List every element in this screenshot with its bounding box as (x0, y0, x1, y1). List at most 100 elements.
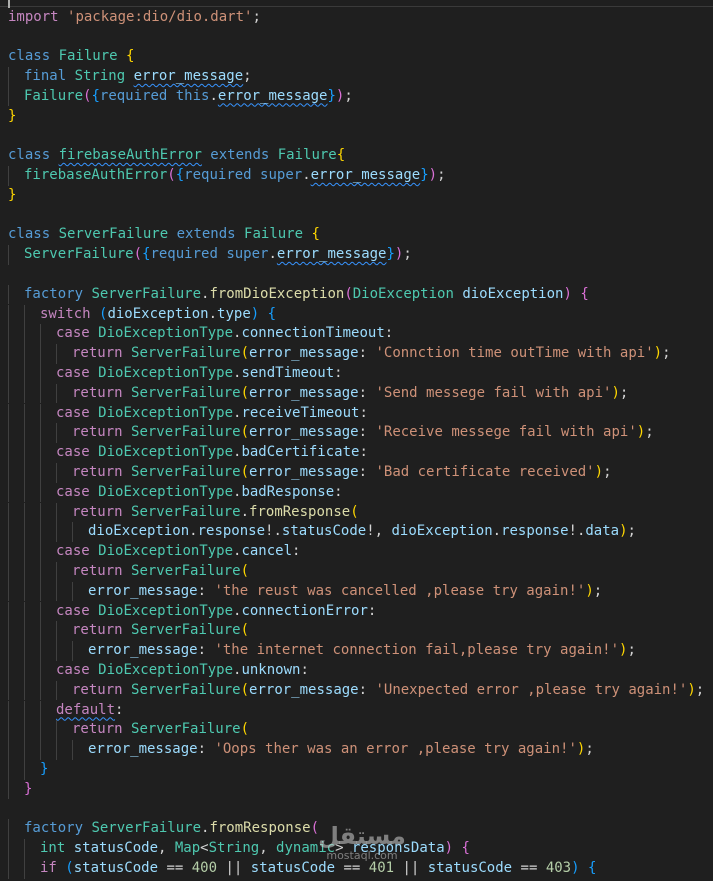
code-line[interactable]: } (0, 759, 713, 780)
code-token: : (334, 364, 343, 381)
code-token: case (56, 444, 99, 461)
indent-guide (24, 641, 25, 661)
code-token-warning: error_message (133, 67, 244, 84)
code-line[interactable]: return ServerFailure(error_message: 'Con… (0, 344, 713, 364)
code-token: , (158, 840, 175, 857)
code-line[interactable]: case DioExceptionType.connectionError: (0, 601, 713, 622)
indent-guide (8, 858, 9, 879)
code-line[interactable] (0, 265, 713, 285)
code-line[interactable]: error_message: 'the reust was cancelled … (0, 581, 713, 602)
indent-guide (40, 561, 41, 582)
code-line[interactable]: case DioExceptionType.cancel: (0, 542, 713, 562)
code-token: } (420, 166, 429, 183)
code-line[interactable] (0, 27, 713, 47)
code-token: ; (695, 681, 705, 698)
code-line[interactable]: return ServerFailure( (0, 720, 713, 741)
code-line[interactable]: class Failure { (0, 47, 713, 67)
code-token: == (520, 859, 546, 876)
code-line[interactable]: case DioExceptionType.badResponse: (0, 482, 713, 503)
code-line[interactable]: return ServerFailure( (0, 621, 713, 642)
code-token: !. (568, 523, 586, 540)
code-line-content: case DioExceptionType.unknown: (56, 661, 309, 681)
code-token: ( (240, 562, 250, 579)
code-token: if (40, 859, 66, 876)
code-editor[interactable]: import 'package:dio/dio.dart'; class Fail… (0, 0, 713, 881)
code-line[interactable]: return ServerFailure(error_message: 'Rec… (0, 423, 713, 444)
code-token: Map (174, 840, 201, 857)
indent-guide (24, 383, 25, 404)
code-line[interactable]: firebaseAuthError({required super.error_… (0, 165, 713, 186)
indent-guide (56, 621, 57, 642)
watermark-arabic: مستقل (318, 822, 406, 850)
code-token: ServerFailure (131, 622, 241, 639)
code-line[interactable]: class ServerFailure extends Failure { (0, 225, 713, 245)
code-line[interactable]: factory ServerFailure.fromDioException(D… (0, 284, 713, 305)
indent-guide (24, 324, 25, 345)
indent-guide (72, 740, 73, 760)
code-line[interactable]: error_message: 'the internet connection … (0, 641, 713, 661)
code-token: ; (627, 523, 636, 540)
code-line[interactable]: return ServerFailure(error_message: 'Bad… (0, 462, 713, 483)
code-line[interactable]: default: (0, 700, 713, 721)
code-token: case (56, 325, 99, 342)
code-token: super (260, 166, 303, 183)
code-token: ) (250, 305, 268, 322)
code-line[interactable]: } (0, 107, 713, 127)
code-line[interactable]: return ServerFailure(error_message: 'Une… (0, 680, 713, 701)
code-token: ServerFailure (24, 246, 134, 263)
code-token: Failure (24, 87, 84, 104)
indent-guide (24, 839, 25, 859)
indent-guide (8, 502, 9, 523)
code-token: : (197, 642, 215, 659)
code-line[interactable] (0, 206, 713, 226)
code-line[interactable]: case DioExceptionType.receiveTimeout: (0, 403, 713, 424)
code-token: ServerFailure (131, 562, 241, 579)
code-line[interactable]: error_message: 'Oops ther was an error ,… (0, 740, 713, 760)
code-line[interactable]: case DioExceptionType.connectionTimeout: (0, 324, 713, 345)
code-line[interactable]: return ServerFailure.fromResponse( (0, 502, 713, 523)
code-token: int (40, 840, 74, 857)
code-token: ) (585, 582, 594, 599)
code-token: } (327, 87, 336, 104)
indent-guide (8, 443, 9, 463)
code-token: switch (40, 305, 100, 322)
code-line[interactable]: return ServerFailure(error_message: 'Sen… (0, 383, 713, 404)
indent-guide (56, 641, 57, 661)
code-line[interactable]: class firebaseAuthError extends Failure{ (0, 146, 713, 166)
indent-guide (8, 621, 9, 642)
code-line[interactable] (0, 800, 713, 820)
code-token: . (240, 503, 250, 520)
indent-guide (40, 383, 41, 404)
code-token: DioException (352, 285, 463, 302)
code-line-content: return ServerFailure(error_message: 'Rec… (72, 423, 654, 443)
indent-guide (24, 522, 25, 543)
code-line[interactable]: } (0, 186, 713, 206)
code-line-content: } (24, 780, 32, 800)
code-line[interactable]: Failure({required this.error_message}); (0, 86, 713, 107)
code-line[interactable]: dioException.response!.statusCode!, dioE… (0, 522, 713, 543)
code-line[interactable]: return ServerFailure( (0, 561, 713, 582)
code-line[interactable]: switch (dioException.type) { (0, 304, 713, 325)
indent-guide (40, 581, 41, 602)
code-token: statusCode (73, 859, 167, 876)
code-token: error_message (88, 741, 198, 758)
code-line-content: } (40, 760, 48, 780)
code-token: data (585, 523, 620, 540)
code-line[interactable]: case DioExceptionType.unknown: (0, 660, 713, 681)
code-line[interactable]: ServerFailure({required super.error_mess… (0, 245, 713, 265)
indent-guide (40, 720, 41, 741)
code-line[interactable]: case DioExceptionType.sendTimeout: (0, 363, 713, 384)
indent-guide (56, 522, 57, 543)
code-line[interactable] (0, 126, 713, 146)
code-token: class (8, 226, 59, 243)
indent-guide (40, 700, 41, 721)
code-line[interactable]: } (0, 779, 713, 800)
code-line[interactable]: final String error_message; (0, 66, 713, 87)
code-line[interactable]: case DioExceptionType.badCertificate: (0, 443, 713, 463)
code-line[interactable]: import 'package:dio/dio.dart'; (0, 8, 713, 28)
code-token: case (56, 364, 99, 381)
code-token: return (72, 463, 132, 480)
code-token: error_message (249, 384, 359, 401)
code-token: response (197, 523, 266, 540)
code-token: Failure (244, 226, 312, 243)
